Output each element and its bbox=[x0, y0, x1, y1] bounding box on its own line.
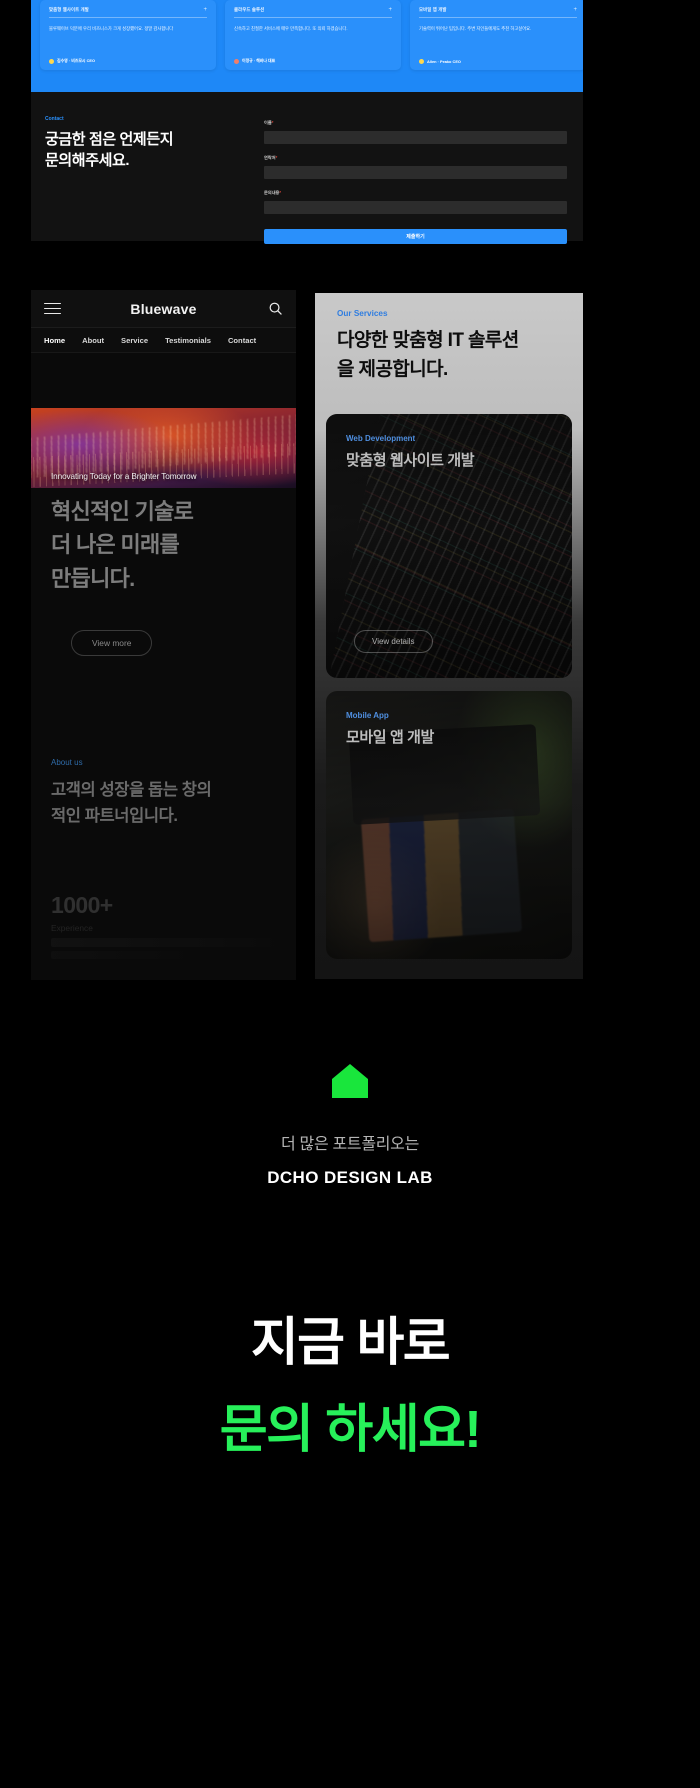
form-field-name: 이름* bbox=[264, 120, 567, 147]
about-heading-line-2: 적인 파트너입니다. bbox=[51, 806, 178, 825]
message-field-label: 문의내용* bbox=[264, 190, 282, 195]
hero-headline-line-3: 만듭니다. bbox=[51, 565, 135, 591]
contact-heading-line-1: 궁금한 점은 언제든지 bbox=[45, 131, 174, 148]
cta-line-2: 문의 하세요! bbox=[219, 1400, 482, 1459]
phone-field-label: 연락처* bbox=[264, 155, 278, 160]
services-heading: 다양한 맞춤형 IT 솔루션 을 제공합니다. bbox=[337, 327, 565, 384]
testimonial-card-header: 맞춤형 웹사이트 개발 + bbox=[49, 7, 207, 18]
contact-form: 이름* 연락처* 문의내용* 제출하기 bbox=[264, 120, 567, 244]
view-more-button[interactable]: View more bbox=[71, 630, 153, 656]
hero-headline-line-2: 더 나은 미래를 bbox=[51, 532, 180, 558]
form-field-message: 문의내용* bbox=[264, 190, 567, 217]
nav-item-service[interactable]: Service bbox=[121, 336, 148, 345]
testimonials-section: 맞춤형 웹사이트 개발 + 블루웨이브 덕분에 우리 비즈니스가 크게 성장했어… bbox=[31, 0, 583, 92]
testimonial-author: 이정규 · 해바나 대표 bbox=[234, 58, 392, 64]
testimonial-title: 모바일 앱 개발 bbox=[419, 7, 447, 12]
form-field-phone: 연락처* bbox=[264, 155, 567, 182]
testimonial-author-name: 김수영 · 비즈모시 CEO bbox=[57, 58, 96, 63]
avatar-dot-icon bbox=[49, 58, 54, 64]
about-divider-secondary bbox=[51, 951, 201, 959]
phone-input[interactable] bbox=[264, 166, 567, 179]
services-eyebrow: Our Services bbox=[337, 309, 388, 318]
service-card-web-development[interactable]: Web Development 맞춤형 웹사이트 개발 View details bbox=[326, 414, 572, 678]
testimonial-body: 기술력이 뛰어난 팀입니다. 주변 지인들에게도 추천 하고싶어요. bbox=[419, 26, 532, 31]
home-icon bbox=[329, 1060, 371, 1102]
testimonial-author-name: 이정규 · 해바나 대표 bbox=[242, 58, 276, 63]
branding-section: 더 많은 포트폴리오는 DCHO DESIGN LAB bbox=[0, 1060, 700, 1188]
search-icon[interactable] bbox=[268, 301, 283, 316]
services-header: Our Services 다양한 맞춤형 IT 솔루션 을 제공합니다. bbox=[337, 309, 565, 384]
nav-item-about[interactable]: About bbox=[82, 336, 104, 345]
testimonial-card-header: 모바일 앱 개발 + bbox=[419, 7, 577, 18]
testimonial-title: 클라우드 솔루션 bbox=[234, 7, 265, 12]
testimonial-card[interactable]: 모바일 앱 개발 + 기술력이 뛰어난 팀입니다. 주변 지인들에게도 추천 하… bbox=[410, 0, 583, 70]
contact-intro: Contact 궁금한 점은 언제든지 문의해주세요. bbox=[45, 116, 255, 172]
testimonial-card-list: 맞춤형 웹사이트 개발 + 블루웨이브 덕분에 우리 비즈니스가 크게 성장했어… bbox=[31, 0, 583, 70]
plus-icon[interactable]: + bbox=[388, 7, 392, 13]
mobile-header: Bluewave bbox=[31, 290, 296, 328]
branding-subtitle: 더 많은 포트폴리오는 bbox=[280, 1136, 420, 1153]
service-card-eyebrow: Mobile App bbox=[346, 711, 389, 720]
about-heading-line-1: 고객의 성장을 돕는 창의 bbox=[51, 781, 212, 799]
nav-item-testimonials[interactable]: Testimonials bbox=[165, 336, 211, 345]
about-divider bbox=[51, 938, 286, 947]
branding-name: DCHO DESIGN LAB bbox=[267, 1168, 433, 1187]
mockups-section: Bluewave Home About Service Testimonials… bbox=[0, 290, 700, 982]
nav-item-contact[interactable]: Contact bbox=[228, 336, 256, 345]
submit-button[interactable]: 제출하기 bbox=[264, 229, 567, 244]
testimonial-title: 맞춤형 웹사이트 개발 bbox=[49, 7, 89, 12]
testimonial-card[interactable]: 클라우드 솔루션 + 신속하고 친절한 서비스에 매우 만족합니다. 또 의뢰 … bbox=[225, 0, 401, 70]
contact-section: Contact 궁금한 점은 언제든지 문의해주세요. 이름* 연락처* 문의내… bbox=[31, 92, 583, 244]
mobile-nav: Home About Service Testimonials Contact bbox=[31, 328, 296, 353]
avatar-dot-icon bbox=[234, 58, 239, 64]
view-details-button[interactable]: View details bbox=[354, 630, 433, 653]
hero-image: Innovating Today for a Brighter Tomorrow bbox=[31, 408, 296, 488]
services-heading-line-2: 을 제공합니다. bbox=[337, 358, 448, 380]
service-card-mobile-app[interactable]: Mobile App 모바일 앱 개발 bbox=[326, 691, 572, 959]
nav-item-home[interactable]: Home bbox=[44, 336, 65, 345]
contact-heading: 궁금한 점은 언제든지 문의해주세요. bbox=[45, 129, 255, 172]
service-card-title: 맞춤형 웹사이트 개발 bbox=[346, 452, 475, 469]
testimonial-author: 김수영 · 비즈모시 CEO bbox=[49, 58, 207, 64]
plus-icon[interactable]: + bbox=[203, 7, 207, 13]
name-field-label: 이름* bbox=[264, 120, 274, 125]
message-input[interactable] bbox=[264, 201, 567, 214]
testimonial-card[interactable]: 맞춤형 웹사이트 개발 + 블루웨이브 덕분에 우리 비즈니스가 크게 성장했어… bbox=[40, 0, 216, 70]
hero-copy: 혁신적인 기술로 더 나은 미래를 만듭니다. bbox=[51, 495, 281, 595]
stat-label: Experience bbox=[51, 923, 93, 933]
testimonial-body: 신속하고 친절한 서비스에 매우 만족합니다. 또 의뢰 하겠습니다. bbox=[234, 26, 348, 31]
plus-icon[interactable]: + bbox=[573, 7, 577, 13]
testimonial-author-name: Allen · Peako CEO bbox=[427, 59, 461, 64]
service-card-title: 모바일 앱 개발 bbox=[346, 729, 434, 746]
hero-headline-line-1: 혁신적인 기술로 bbox=[51, 499, 194, 524]
stat-number: 1000+ bbox=[51, 892, 113, 918]
cta-line-1: 지금 바로 bbox=[250, 1314, 451, 1372]
mobile-mockup-right: Our Services 다양한 맞춤형 IT 솔루션 을 제공합니다. Web… bbox=[315, 293, 583, 979]
about-eyebrow: About us bbox=[51, 758, 83, 767]
testimonial-card-header: 클라우드 솔루션 + bbox=[234, 7, 392, 18]
service-card-text: Web Development 맞춤형 웹사이트 개발 bbox=[346, 434, 475, 471]
testimonial-body: 블루웨이브 덕분에 우리 비즈니스가 크게 성장했어요. 정말 감사합니다 bbox=[49, 26, 174, 31]
portfolio-page: 맞춤형 웹사이트 개발 + 블루웨이브 덕분에 우리 비즈니스가 크게 성장했어… bbox=[0, 0, 700, 1788]
site-logo: Bluewave bbox=[130, 300, 197, 317]
experience-stat: 1000+ Experience bbox=[51, 892, 113, 933]
services-heading-line-1: 다양한 맞춤형 IT 솔루션 bbox=[337, 330, 519, 351]
contact-heading-line-2: 문의해주세요. bbox=[45, 152, 130, 170]
mobile-mockup-left: Bluewave Home About Service Testimonials… bbox=[31, 290, 296, 980]
contact-eyebrow: Contact bbox=[45, 116, 64, 122]
hero-tagline: Innovating Today for a Brighter Tomorrow bbox=[51, 472, 197, 481]
hero-headline: 혁신적인 기술로 더 나은 미래를 만듭니다. bbox=[51, 495, 281, 595]
about-section: About us 고객의 성장을 돕는 창의 적인 파트너입니다. bbox=[51, 758, 286, 829]
service-card-eyebrow: Web Development bbox=[346, 434, 416, 443]
avatar-dot-icon bbox=[419, 59, 424, 64]
cta-section: 지금 바로 문의 하세요! bbox=[0, 1310, 700, 1463]
service-card-text: Mobile App 모바일 앱 개발 bbox=[346, 711, 434, 748]
name-input[interactable] bbox=[264, 131, 567, 144]
hamburger-icon[interactable] bbox=[44, 302, 61, 315]
about-heading: 고객의 성장을 돕는 창의 적인 파트너입니다. bbox=[51, 778, 286, 829]
testimonial-author: Allen · Peako CEO bbox=[419, 59, 577, 64]
